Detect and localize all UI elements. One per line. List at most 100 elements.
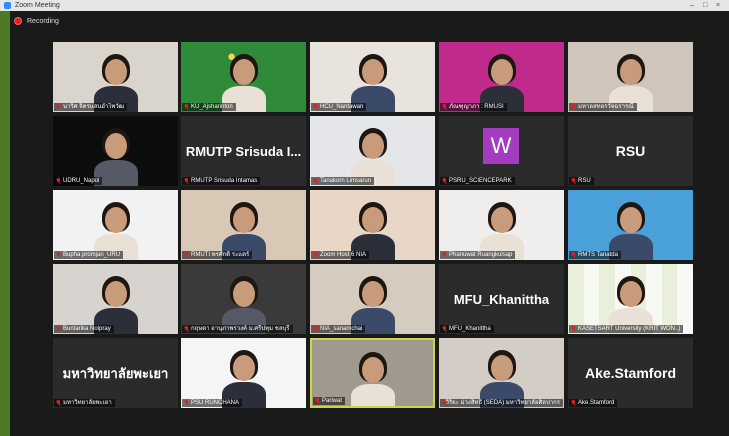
participant-video-person [601, 190, 661, 260]
person-face [232, 281, 255, 307]
participant-tile[interactable]: PSU RUNCHANA [181, 338, 306, 408]
participant-name-tag: มหาลสทอรวัจฉรารณี [569, 103, 637, 111]
mic-muted-icon [571, 252, 576, 258]
person-face [619, 207, 642, 233]
recording-indicator[interactable]: Recording [14, 15, 59, 27]
participant-name: KASETSART University (KRIT WON..) [578, 326, 681, 332]
participant-name: PSRU_SCIENCEPARK [449, 178, 512, 184]
mic-muted-icon [442, 400, 446, 406]
mic-muted-icon [313, 326, 318, 332]
participant-tile[interactable]: Ake.Stamford Ake.Stamford [568, 338, 693, 408]
participant-name: Tanakorn Limsarun [320, 178, 372, 184]
participant-tile[interactable]: W PSRU_SCIENCEPARK [439, 116, 564, 186]
person-face [361, 207, 384, 233]
person-face [104, 207, 127, 233]
participant-name-tag: Tanakorn Limsarun [311, 177, 375, 185]
participant-tile[interactable]: RSU RSU [568, 116, 693, 186]
window-title-bar: Zoom Meeting – □ × [0, 0, 729, 11]
person-face [361, 59, 384, 85]
mic-muted-icon [56, 178, 61, 184]
participant-display-name: Ake.Stamford [584, 365, 677, 381]
participant-name: มหาลสทอรวัจฉรารณี [578, 104, 634, 110]
participant-name: วิริยะ ม่วงสิทธิ์ (SEDA) มหาวิทยาลัยศิลป… [445, 400, 560, 406]
participant-display-name: MFU_Khanittha [453, 291, 550, 307]
participant-tile[interactable]: มหาวิทยาลัยพะเยา มหาวิทยาลัยพะเยา [53, 338, 178, 408]
participant-tile[interactable]: กฤษดา อานุภาพรวงค์ ม.ศรีปทุม ชลบุรี [181, 264, 306, 334]
participant-video-person [343, 264, 403, 334]
participant-tile[interactable]: Phanuwat Ruangkulsap [439, 190, 564, 260]
participant-name-tag: Zoom Host 6 NIA [311, 251, 370, 259]
participant-tile[interactable]: Zoom Host 6 NIA [310, 190, 435, 260]
person-face [361, 133, 384, 159]
participant-name: Bupha promjan_URU [63, 252, 121, 258]
close-button[interactable]: × [716, 0, 720, 11]
participant-tile[interactable]: วิริยะ ม่วงสิทธิ์ (SEDA) มหาวิทยาลัยศิลป… [439, 338, 564, 408]
participant-tile[interactable]: MFU_Khanittha MFU_Khanittha [439, 264, 564, 334]
mic-muted-icon [571, 400, 576, 406]
mic-muted-icon [571, 104, 576, 110]
participant-tile[interactable]: UDRU_Napol [53, 116, 178, 186]
participant-video-person [214, 264, 274, 334]
participant-tile[interactable]: RMUTP Srisuda I... RMUTP Srisuda Intamas [181, 116, 306, 186]
participant-video-person [214, 190, 274, 260]
participant-name-tag: RMTS Tanatda [569, 251, 621, 259]
participant-display-name: RSU [615, 143, 646, 159]
participant-name: NIA_sanamchai [320, 326, 363, 332]
mic-muted-icon [315, 398, 320, 404]
participant-name-tag: HCU_Nantawan [311, 103, 367, 111]
participant-tile[interactable]: Buntarika Noipray [53, 264, 178, 334]
mic-muted-icon [184, 104, 189, 110]
participant-name-tag: Bupha promjan_URU [54, 251, 124, 259]
participant-tile[interactable]: Bupha promjan_URU [53, 190, 178, 260]
participant-tile[interactable]: KASETSART University (KRIT WON..) [568, 264, 693, 334]
person-face [619, 281, 642, 307]
person-face [490, 207, 513, 233]
participant-tile[interactable]: HCU_Nantawan [310, 42, 435, 112]
person-face [490, 59, 513, 85]
participant-name-tag: NIA_sanamchai [311, 325, 366, 333]
participant-name-tag: กฤษดา อานุภาพรวงค์ ม.ศรีปทุม ชลบุรี [182, 325, 293, 333]
desktop-background-edge [0, 11, 10, 436]
participant-name-tag: RMUTI พรศักดิ์ ระแตร์ [182, 251, 253, 259]
participant-name: RSU [578, 178, 591, 184]
participant-video-person [601, 42, 661, 112]
participant-name-tag: Ake.Stamford [569, 399, 618, 407]
participant-name: UDRU_Napol [63, 178, 100, 184]
participant-video-person [86, 116, 146, 186]
participant-tile[interactable]: RMTS Tanatda [568, 190, 693, 260]
participant-name: Ake.Stamford [578, 400, 615, 406]
participant-video-person [86, 42, 146, 112]
participant-name-tag: RSU [569, 177, 594, 185]
mic-muted-icon [184, 326, 189, 332]
participant-tile[interactable]: Pariwat [310, 338, 435, 408]
participant-name: กฤษดา อานุภาพรวงค์ ม.ศรีปทุม ชลบุรี [191, 326, 290, 332]
participant-tile[interactable]: มหาลสทอรวัจฉรารณี [568, 42, 693, 112]
mic-muted-icon [56, 252, 61, 258]
participant-tile[interactable]: ภัณฑุญาภา : RMUSI [439, 42, 564, 112]
participant-video-person [472, 190, 532, 260]
participant-name-tag: Phanuwat Ruangkulsap [440, 251, 516, 259]
person-face [232, 207, 255, 233]
maximize-button[interactable]: □ [703, 0, 707, 11]
participant-name: RMUTI พรศักดิ์ ระแตร์ [191, 252, 250, 258]
participant-display-name: มหาวิทยาลัยพะเยา [62, 365, 169, 381]
participant-name: นาริศ จิตรแสนอำไพวัฒ [63, 104, 125, 110]
participant-video-person [343, 190, 403, 260]
mic-muted-icon [56, 104, 61, 110]
participant-name-tag: มหาวิทยาลัยพะเยา [54, 399, 115, 407]
participant-video-person [86, 264, 146, 334]
participant-tile[interactable]: NIA_sanamchai [310, 264, 435, 334]
participant-video-person [86, 190, 146, 260]
participant-video-person [472, 338, 532, 408]
window-title: Zoom Meeting [15, 2, 60, 9]
participant-tile[interactable]: Tanakorn Limsarun [310, 116, 435, 186]
participant-tile[interactable]: RMUTI พรศักดิ์ ระแตร์ [181, 190, 306, 260]
person-face [104, 281, 127, 307]
participant-video-person [214, 42, 274, 112]
participant-name: MFU_Khanittha [449, 326, 491, 332]
participant-tile[interactable]: ● KU_Ajsharinton [181, 42, 306, 112]
participant-name-tag: PSU RUNCHANA [182, 399, 243, 407]
person-face [361, 357, 384, 383]
participant-tile[interactable]: นาริศ จิตรแสนอำไพวัฒ [53, 42, 178, 112]
minimize-button[interactable]: – [690, 0, 694, 11]
